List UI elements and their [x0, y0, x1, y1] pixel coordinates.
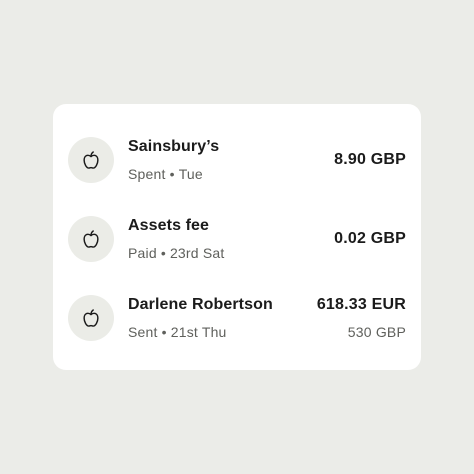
transaction-converted-amount: 530 GBP	[347, 324, 406, 340]
transaction-row[interactable]: Assets fee Paid • 23rd Sat 0.02 GBP	[53, 205, 421, 283]
transaction-avatar	[68, 216, 114, 262]
transaction-meta: Spent • Tue	[128, 166, 203, 182]
separator-dot: •	[161, 324, 167, 340]
separator-dot: •	[160, 245, 166, 261]
transaction-avatar	[68, 137, 114, 183]
transaction-amount: 0.02 GBP	[334, 230, 406, 247]
transaction-status: Spent	[128, 166, 166, 182]
transaction-status: Paid	[128, 245, 157, 261]
transaction-name: Sainsbury’s	[128, 138, 220, 155]
transaction-row[interactable]: Darlene Robertson Sent • 21st Thu 618.33 E…	[53, 284, 421, 362]
separator-dot: •	[169, 166, 175, 182]
transaction-amount: 8.90 GBP	[334, 151, 406, 168]
transaction-meta: Sent • 21st Thu	[128, 324, 227, 340]
transaction-name: Assets fee	[128, 217, 210, 234]
transaction-date: Tue	[178, 166, 203, 182]
transaction-date: 23rd Sat	[169, 245, 225, 261]
transaction-status: Sent	[128, 324, 158, 340]
transaction-amount: 618.33 EUR	[316, 296, 406, 313]
transaction-avatar	[68, 295, 114, 341]
transactions-card: Sainsbury’s Spent • Tue 8.90 GBP Assets fe…	[53, 104, 421, 370]
transaction-name: Darlene Robertson	[128, 296, 273, 313]
apple-icon	[83, 309, 99, 327]
apple-icon	[83, 151, 99, 169]
apple-icon	[83, 230, 99, 248]
transaction-meta: Paid • 23rd Sat	[128, 245, 224, 261]
transaction-row[interactable]: Sainsbury’s Spent • Tue 8.90 GBP	[53, 126, 421, 204]
transaction-date: 21st Thu	[170, 324, 227, 340]
